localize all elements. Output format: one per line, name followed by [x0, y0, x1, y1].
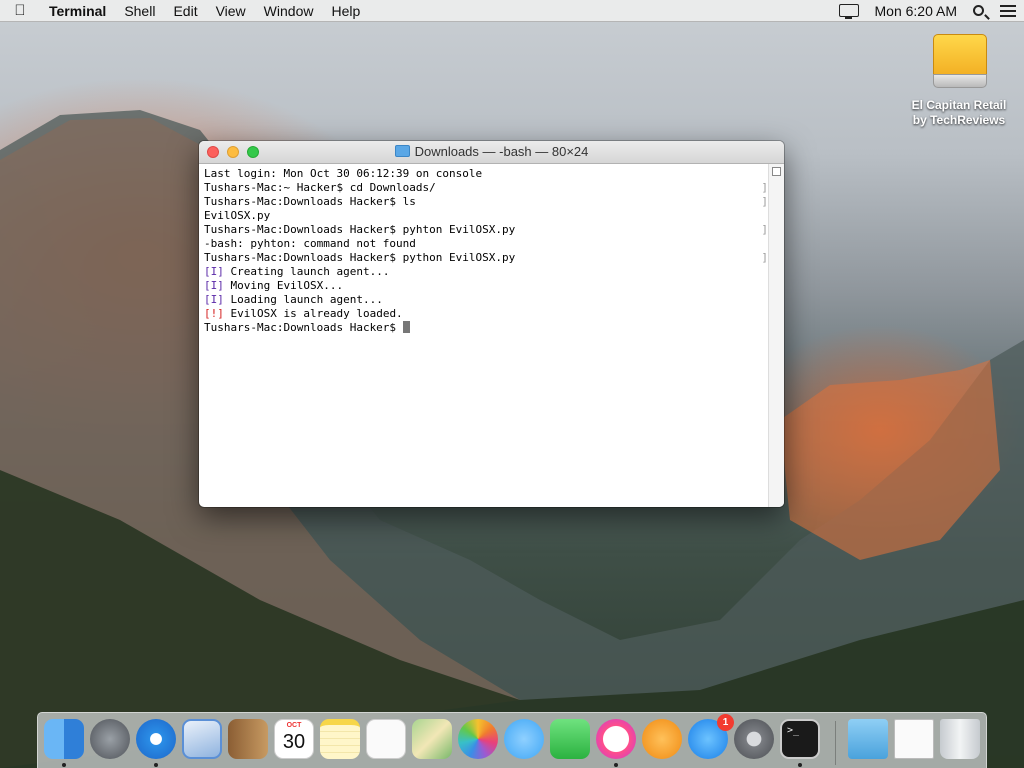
terminal-line: Tushars-Mac:Downloads Hacker$ python Evi…: [204, 251, 516, 264]
menu-view[interactable]: View: [207, 0, 255, 22]
drive-label-line2: by TechReviews: [912, 113, 1006, 127]
folder-icon: [394, 145, 410, 157]
terminal-line-text: Tushars-Mac:Downloads Hacker$: [204, 321, 403, 334]
drive-icon: [933, 30, 987, 88]
mail-icon[interactable]: [182, 719, 222, 759]
calendar-month: OCT: [286, 722, 302, 729]
info-tag: [I]: [204, 293, 224, 306]
calendar-day: 30: [282, 731, 306, 753]
dock-separator: [835, 721, 836, 765]
window-titlebar[interactable]: Downloads — -bash — 80×24: [199, 141, 784, 164]
app-store-icon[interactable]: 1: [688, 714, 734, 759]
terminal-line: EvilOSX.py: [204, 209, 271, 222]
reminders-icon[interactable]: [366, 719, 406, 759]
trash-icon[interactable]: [940, 719, 980, 759]
search-icon[interactable]: [973, 5, 984, 16]
window-title-text: Downloads — -bash — 80×24: [414, 144, 589, 159]
dock: OCT 30 1 >_: [37, 712, 987, 768]
terminal-line: [I] Moving EvilOSX...: [204, 279, 763, 293]
window-title: Downloads — -bash — 80×24: [199, 141, 784, 163]
terminal-line-text: Loading launch agent...: [223, 293, 383, 306]
terminal-output[interactable]: Last login: Mon Oct 30 06:12:39 on conso…: [199, 164, 768, 507]
terminal-line: Tushars-Mac:Downloads Hacker$ pyhton Evi…: [204, 223, 516, 236]
scrollbar[interactable]: [768, 164, 784, 507]
itunes-icon[interactable]: [596, 719, 636, 759]
status-area: Mon 6:20 AM: [831, 0, 1024, 22]
info-tag: [I]: [204, 279, 224, 292]
display-icon[interactable]: [838, 4, 859, 19]
contacts-icon[interactable]: [228, 719, 268, 759]
menu-shell[interactable]: Shell: [115, 0, 164, 22]
recent-document-icon[interactable]: [894, 719, 934, 759]
terminal-line-text: EvilOSX is already loaded.: [223, 307, 403, 320]
terminal-line: -bash: pyhton: command not found: [204, 237, 416, 250]
running-indicator: [614, 763, 618, 767]
terminal-window: Downloads — -bash — 80×24 Last login: Mo…: [199, 141, 784, 507]
notification-badge: 1: [717, 714, 734, 731]
ibooks-icon[interactable]: [642, 719, 682, 759]
downloads-folder-icon[interactable]: [848, 719, 888, 759]
terminal-line: [I] Creating launch agent...: [204, 265, 763, 279]
split-view-icon[interactable]: [772, 167, 781, 176]
menu-bar:  Terminal Shell Edit View Window Help M…: [0, 0, 1024, 22]
terminal-line: Tushars-Mac:Downloads Hacker$ ls: [204, 195, 416, 208]
drive-label-line1: El Capitan Retail: [911, 98, 1007, 112]
terminal-line: [!] EvilOSX is already loaded.: [204, 307, 763, 321]
text-cursor: [402, 321, 410, 333]
menu-edit[interactable]: Edit: [164, 0, 206, 22]
running-indicator: [154, 763, 158, 767]
line-marks: ]] ] ]: [761, 181, 768, 264]
safari-icon[interactable]: [136, 719, 176, 759]
desktop-drive[interactable]: El Capitan Retail by TechReviews: [900, 30, 1018, 128]
menu-terminal[interactable]: Terminal: [40, 0, 115, 22]
list-icon[interactable]: [1000, 4, 1016, 17]
running-indicator: [798, 763, 802, 767]
messages-icon[interactable]: [504, 719, 544, 759]
menu-window[interactable]: Window: [255, 0, 323, 22]
photos-icon[interactable]: [458, 719, 498, 759]
drive-label: El Capitan Retail by TechReviews: [900, 98, 1018, 128]
running-indicator: [62, 763, 66, 767]
terminal-line: Tushars-Mac:~ Hacker$ cd Downloads/: [204, 181, 436, 194]
launchpad-icon[interactable]: [90, 719, 130, 759]
maps-icon[interactable]: [412, 719, 452, 759]
apple-logo-icon[interactable]: : [0, 2, 40, 19]
facetime-icon[interactable]: [550, 719, 590, 759]
finder-icon[interactable]: [44, 719, 84, 759]
terminal-line-text: Moving EvilOSX...: [223, 279, 344, 292]
info-tag: [I]: [204, 265, 224, 278]
terminal-prompt-line: Tushars-Mac:Downloads Hacker$: [204, 321, 763, 335]
terminal-line: Last login: Mon Oct 30 06:12:39 on conso…: [204, 167, 483, 180]
terminal-icon[interactable]: >_: [780, 719, 820, 759]
warning-tag: [!]: [204, 307, 224, 320]
calendar-icon[interactable]: OCT 30: [274, 719, 314, 759]
menu-help[interactable]: Help: [322, 0, 369, 22]
terminal-line: [I] Loading launch agent...: [204, 293, 763, 307]
terminal-line-text: Creating launch agent...: [223, 265, 390, 278]
notes-icon[interactable]: [320, 719, 360, 759]
terminal-prompt-glyph: >_: [787, 725, 800, 736]
menubar-clock[interactable]: Mon 6:20 AM: [875, 3, 958, 19]
system-preferences-icon[interactable]: [734, 719, 774, 759]
